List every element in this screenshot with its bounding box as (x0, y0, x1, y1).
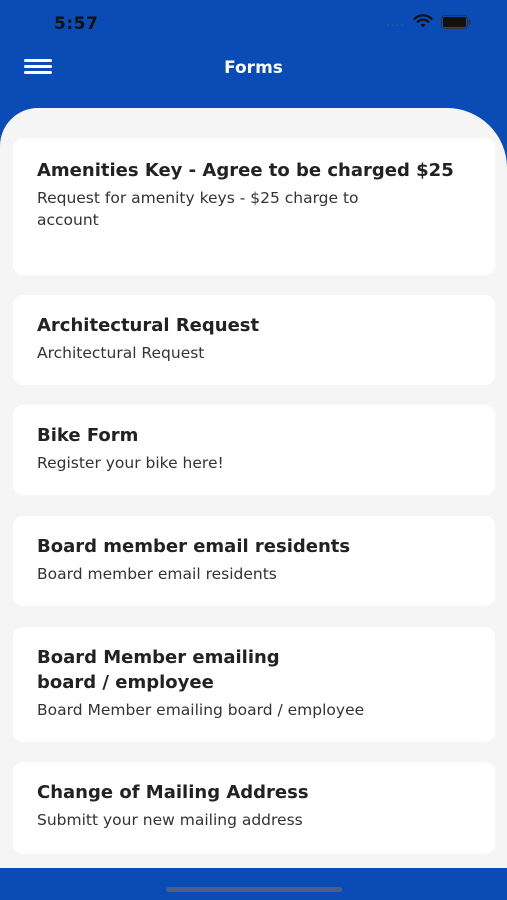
form-card-amenities-key[interactable]: Amenities Key - Agree to be charged $25 … (13, 138, 495, 275)
bottom-bar (0, 868, 507, 900)
form-title: Board member email residents (37, 536, 351, 557)
form-title: Amenities Key - Agree to be charged $25 (37, 160, 454, 181)
form-description: Request for amenity keys - $25 charge to… (37, 189, 359, 229)
form-description: Board member email residents (37, 565, 277, 583)
wifi-icon (413, 14, 433, 29)
signal-icon: .... (385, 14, 405, 29)
forms-list[interactable]: Amenities Key - Agree to be charged $25 … (0, 108, 507, 868)
form-title: Change of Mailing Address (37, 782, 309, 803)
battery-icon (441, 14, 471, 29)
page-title: Forms (224, 58, 283, 78)
status-icons: .... (386, 14, 471, 29)
form-card-bike-form[interactable]: Bike Form Register your bike here! (13, 405, 495, 495)
form-description: Architectural Request (37, 344, 205, 362)
form-card-board-member-emailing[interactable]: Board Member emailing board / employee B… (13, 627, 495, 742)
form-description: Board Member emailing board / employee (37, 701, 365, 719)
form-card-change-mailing-address[interactable]: Change of Mailing Address Submitt your n… (13, 762, 495, 854)
home-indicator[interactable] (166, 887, 342, 892)
form-title: Board Member emailing board / employee (37, 647, 280, 693)
form-description: Submitt your new mailing address (37, 811, 303, 829)
form-description: Register your bike here! (37, 454, 224, 472)
form-title: Architectural Request (37, 315, 260, 336)
form-title: Bike Form (37, 425, 139, 446)
status-time: 5:57 (54, 14, 99, 34)
form-card-board-member-email-residents[interactable]: Board member email residents Board membe… (13, 516, 495, 606)
form-card-architectural-request[interactable]: Architectural Request Architectural Requ… (13, 295, 495, 385)
